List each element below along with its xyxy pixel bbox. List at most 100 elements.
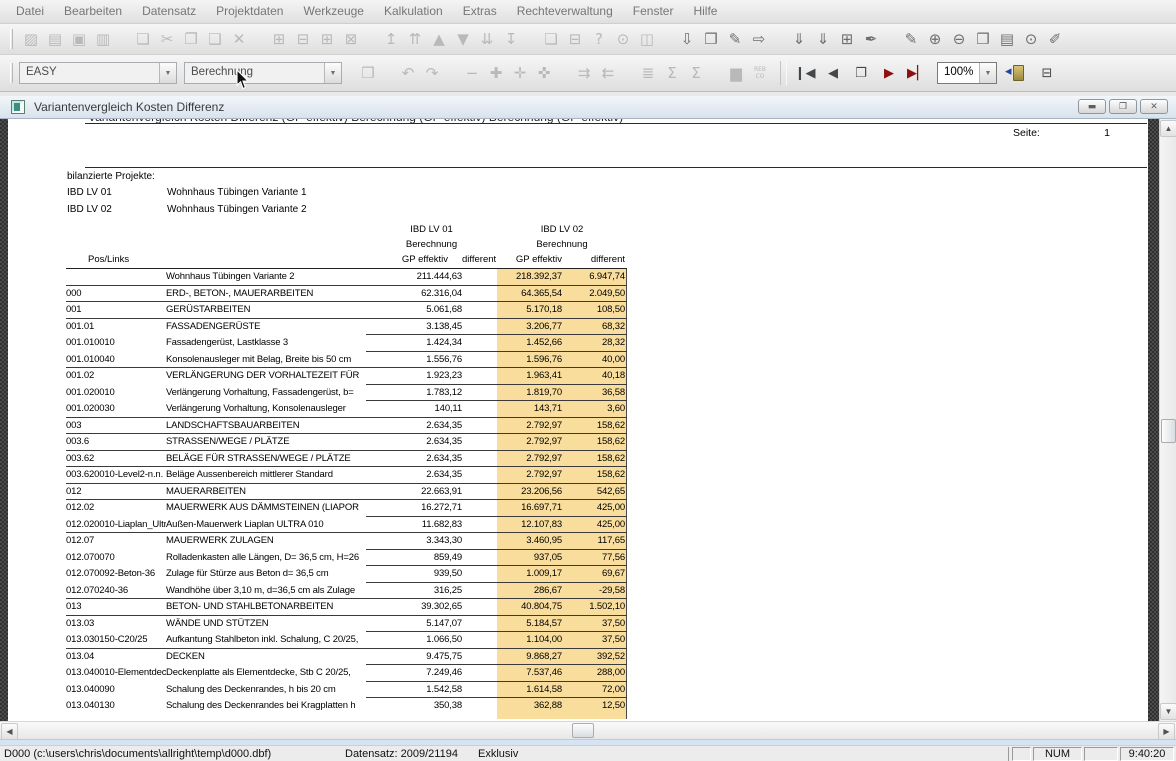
vertical-scrollbar[interactable]: ▲ ▼ xyxy=(1159,119,1176,721)
statistics-icon[interactable]: ▆ xyxy=(724,61,748,85)
menu-item-bearbeiten[interactable]: Bearbeiten xyxy=(54,0,132,23)
vertical-scroll-thumb[interactable] xyxy=(1161,419,1176,443)
outline-all-icon[interactable]: ⊠ xyxy=(339,27,363,51)
chevron-down-icon[interactable]: ▼ xyxy=(324,63,341,83)
menu-item-datei[interactable]: Datei xyxy=(6,0,54,23)
horizontal-scroll-thumb[interactable] xyxy=(572,723,594,738)
toolbar2-grip[interactable] xyxy=(10,63,13,83)
menu-item-fenster[interactable]: Fenster xyxy=(623,0,684,23)
move-top-icon[interactable]: ↥ xyxy=(379,27,403,51)
table-row: 013.040090Schalung des Deckenrandes, h b… xyxy=(66,682,627,699)
print-preview-icon[interactable]: ❏ xyxy=(539,27,563,51)
window-tiles-icon[interactable]: ⊞ xyxy=(835,27,859,51)
horizontal-scrollbar[interactable]: ◀ ▶ xyxy=(0,721,1176,739)
catalog-icon[interactable]: ▥ xyxy=(91,27,115,51)
menu-item-kalkulation[interactable]: Kalkulation xyxy=(374,0,453,23)
run-to-end-icon[interactable]: ▶▏ xyxy=(905,61,929,85)
paste-icon[interactable]: ❑ xyxy=(203,27,227,51)
menu-item-datensatz[interactable]: Datensatz xyxy=(132,0,206,23)
help-icon[interactable]: ? xyxy=(587,27,611,51)
copy-icon[interactable]: ❐ xyxy=(179,27,203,51)
transfer-icon[interactable]: ⇨ xyxy=(747,27,771,51)
page-layout-icon[interactable]: ▤ xyxy=(43,27,67,51)
toolbar-main: ▨▤▣▥❏✂❐❑✕⊞⊟⊞⊠↥⇈▲▼⇊↧❏⊟?⊙◫⇩❒✎⇨⇓⇓⊞✒✎⊕⊖❒▤⊙✐ xyxy=(0,24,1176,55)
profile-combobox[interactable]: EASY ▼ xyxy=(19,62,177,84)
project-row: IBD LV 02Wohnhaus Tübingen Variante 2 xyxy=(67,204,307,221)
move-up-icon[interactable]: ▲ xyxy=(427,27,451,51)
print-page-icon[interactable]: ⊟ xyxy=(1035,61,1059,85)
zoom-plus-icon[interactable]: ⊕ xyxy=(923,27,947,51)
promote-icon[interactable]: ⇇ xyxy=(596,61,620,85)
table-row: 001.020010Verlängerung Vorhaltung, Fassa… xyxy=(66,385,627,402)
archive-icon[interactable]: ❒ xyxy=(699,27,723,51)
delete-icon[interactable]: ✕ xyxy=(227,27,251,51)
move-bottom-icon[interactable]: ↧ xyxy=(499,27,523,51)
menu-item-werkzeuge[interactable]: Werkzeuge xyxy=(293,0,373,23)
chevron-down-icon[interactable]: ▼ xyxy=(159,63,176,83)
scroll-down-icon[interactable]: ▼ xyxy=(1160,703,1176,720)
first-page-icon[interactable]: ❙◀ xyxy=(793,61,817,85)
close-preview-door-icon[interactable] xyxy=(1005,61,1029,85)
open-view-icon[interactable]: ❒ xyxy=(356,61,380,85)
columns-icon[interactable]: ◫ xyxy=(635,27,659,51)
menu-item-hilfe[interactable]: Hilfe xyxy=(683,0,727,23)
close-button[interactable]: ✕ xyxy=(1140,99,1168,114)
outline-branch-icon[interactable]: ⊞ xyxy=(315,27,339,51)
move-page-up-icon[interactable]: ⇈ xyxy=(403,27,427,51)
demote-icon[interactable]: ⇉ xyxy=(572,61,596,85)
toolbar-grip[interactable] xyxy=(10,29,13,49)
prev-page-icon[interactable]: ◀ xyxy=(821,61,845,85)
scroll-right-icon[interactable]: ▶ xyxy=(1158,723,1175,740)
copy-pages-icon[interactable]: ❐ xyxy=(849,61,873,85)
reb-icon[interactable]: REB CO xyxy=(748,61,772,85)
pin-icon[interactable]: ✒ xyxy=(859,27,883,51)
document-titlebar[interactable]: Variantenvergleich Kosten Differenz ▬ ❐ … xyxy=(0,96,1176,119)
insert-element-icon[interactable]: ✚ xyxy=(484,61,508,85)
menu-item-extras[interactable]: Extras xyxy=(453,0,507,23)
undo-icon[interactable]: ↶ xyxy=(396,61,420,85)
numbered-list-icon[interactable]: ≣ xyxy=(636,61,660,85)
redo-icon[interactable]: ↷ xyxy=(420,61,444,85)
chevron-down-icon[interactable]: ▼ xyxy=(979,63,996,83)
zoom-minus-icon[interactable]: ⊖ xyxy=(947,27,971,51)
pages-icon[interactable]: ▤ xyxy=(995,27,1019,51)
add-subelement-icon[interactable]: ✜ xyxy=(532,61,556,85)
new-document-icon[interactable]: ❏ xyxy=(131,27,155,51)
print-icon[interactable]: ⊟ xyxy=(563,27,587,51)
documents-icon[interactable]: ❒ xyxy=(971,27,995,51)
edit-document-icon[interactable]: ✎ xyxy=(723,27,747,51)
view-combobox[interactable]: Berechnung ▼ xyxy=(184,62,342,84)
page-number: 1 xyxy=(1070,127,1110,139)
sum-icon[interactable]: Σ xyxy=(684,61,708,85)
move-down-icon[interactable]: ▼ xyxy=(451,27,475,51)
annotate-icon[interactable]: ✎ xyxy=(899,27,923,51)
preview-report-icon[interactable]: ▨ xyxy=(19,27,43,51)
magnifier-icon[interactable]: ⊙ xyxy=(1019,27,1043,51)
image-icon[interactable]: ▣ xyxy=(67,27,91,51)
status-bar: D000 (c:\users\chris\documents\allright\… xyxy=(0,745,1176,761)
scroll-left-icon[interactable]: ◀ xyxy=(1,723,18,740)
status-time: 9:40:20 xyxy=(1120,747,1174,761)
outline-insert-icon[interactable]: ⊞ xyxy=(267,27,291,51)
move-page-down-icon[interactable]: ⇊ xyxy=(475,27,499,51)
minimize-button[interactable]: ▬ xyxy=(1078,99,1106,114)
cut-icon[interactable]: ✂ xyxy=(155,27,179,51)
add-element-icon[interactable]: ✛ xyxy=(508,61,532,85)
search-icon[interactable]: ⊙ xyxy=(611,27,635,51)
insert-after-icon[interactable]: ⇓ xyxy=(811,27,835,51)
col4-header: different xyxy=(562,252,627,267)
restore-button[interactable]: ❐ xyxy=(1109,99,1137,114)
scroll-up-icon[interactable]: ▲ xyxy=(1160,120,1176,137)
table-row: 003.62BELÄGE FÜR STRASSEN/WEGE / PLÄTZE2… xyxy=(66,451,627,468)
sum-selected-icon[interactable]: Σ xyxy=(660,61,684,85)
outline-level-icon[interactable]: ⊟ xyxy=(291,27,315,51)
import-icon[interactable]: ⇩ xyxy=(675,27,699,51)
zoom-combobox[interactable]: 100% ▼ xyxy=(937,62,997,84)
page-label: Seite: xyxy=(1013,127,1040,139)
menu-item-projektdaten[interactable]: Projektdaten xyxy=(206,0,293,23)
remove-element-icon[interactable]: − xyxy=(460,61,484,85)
insert-before-icon[interactable]: ⇓ xyxy=(787,27,811,51)
menu-item-rechteverwaltung[interactable]: Rechteverwaltung xyxy=(507,0,623,23)
edit-entry-icon[interactable]: ✐ xyxy=(1043,27,1067,51)
run-icon[interactable]: ▶ xyxy=(877,61,901,85)
